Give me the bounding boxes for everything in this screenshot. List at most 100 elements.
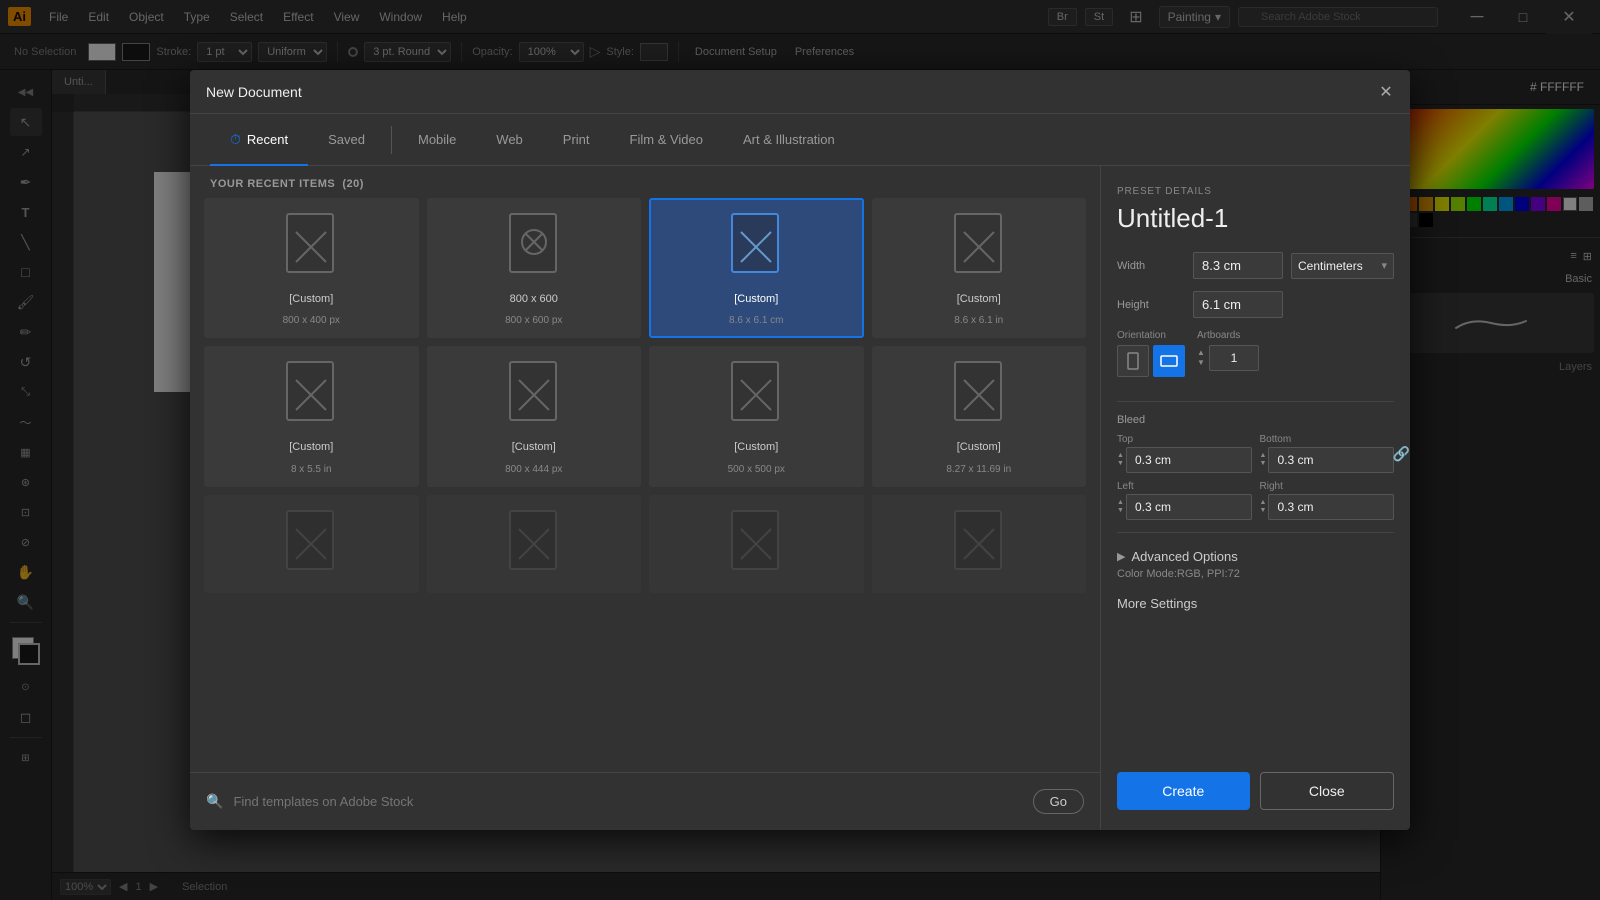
template-size-0: 800 x 400 px [283,315,340,326]
template-size-3: 8.6 x 6.1 in [954,315,1003,326]
bleed-top-spinner[interactable]: ▲ ▼ [1117,452,1124,467]
template-card-10[interactable] [649,495,864,593]
bleed-link-icon[interactable]: 🔗 [1393,445,1410,462]
portrait-button[interactable] [1117,345,1149,377]
tab-recent[interactable]: ⏱ Recent [210,114,308,166]
modal-overlay: New Document ✕ ⏱ Recent Saved Mobile Web… [0,0,1600,900]
template-panel: YOUR RECENT ITEMS (20) [Custom] [190,166,1100,830]
search-mag-icon: 🔍 [206,793,223,810]
template-card-3[interactable]: [Custom] 8.6 x 6.1 in [872,198,1087,338]
template-icon-5 [504,360,564,432]
landscape-button[interactable] [1153,345,1185,377]
artboards-input-row: ▲ ▼ [1197,345,1259,371]
bleed-bottom-spinner[interactable]: ▲ ▼ [1260,452,1267,467]
template-icon-0 [281,212,341,284]
tab-mobile[interactable]: Mobile [398,114,476,166]
tab-web[interactable]: Web [476,114,543,166]
bleed-top-label: Top [1117,434,1252,445]
preset-name[interactable]: Untitled-1 [1117,203,1394,234]
orientation-section: Orientation [1117,330,1185,377]
bleed-bottom-field: Bottom ▲ ▼ [1260,434,1395,473]
template-card-11[interactable] [872,495,1087,593]
dialog-tabs: ⏱ Recent Saved Mobile Web Print Film & V… [190,114,1410,166]
bleed-right-field: Right ▲ ▼ [1260,481,1395,520]
bleed-bottom-label: Bottom [1260,434,1395,445]
bleed-right-label: Right [1260,481,1395,492]
orientation-buttons [1117,345,1185,377]
artboards-spinner[interactable]: ▲ ▼ [1197,348,1205,367]
template-icon-1 [504,212,564,284]
create-button[interactable]: Create [1117,772,1250,810]
close-button[interactable]: Close [1260,772,1395,810]
orient-artboards-section: Orientation [1117,330,1394,377]
height-input[interactable] [1193,291,1283,318]
tab-print[interactable]: Print [543,114,610,166]
template-card-9[interactable] [427,495,642,593]
more-settings-link[interactable]: More Settings [1117,596,1394,611]
dialog-close-button[interactable]: ✕ [1376,82,1396,102]
template-label-0: [Custom] [289,292,333,307]
bleed-bottom-input[interactable] [1268,447,1394,473]
template-size-1: 800 x 600 px [505,315,562,326]
template-card-2[interactable]: [Custom] 8.6 x 6.1 cm [649,198,864,338]
template-card-7[interactable]: [Custom] 8.27 x 11.69 in [872,346,1087,486]
template-icon-11 [949,509,1009,581]
preset-panel: PRESET DETAILS Untitled-1 Width Centimet… [1100,166,1410,830]
bleed-bottom-down[interactable]: ▼ [1260,460,1267,468]
template-card-4[interactable]: [Custom] 8 x 5.5 in [204,346,419,486]
template-grid: [Custom] 800 x 400 px 800 x 600 [190,198,1100,772]
tab-saved[interactable]: Saved [308,114,385,166]
template-card-6[interactable]: [Custom] 500 x 500 px [649,346,864,486]
template-icon-6 [726,360,786,432]
bleed-right-up[interactable]: ▲ [1260,499,1267,507]
unit-dropdown[interactable]: Centimeters ▾ [1291,253,1394,279]
template-icon-10 [726,509,786,581]
height-label: Height [1117,299,1185,311]
template-search-input[interactable] [233,794,1022,809]
chevron-right-icon: ▶ [1117,550,1125,563]
go-button[interactable]: Go [1033,789,1084,814]
tab-film-video[interactable]: Film & Video [610,114,723,166]
bleed-right-input[interactable] [1268,494,1394,520]
template-icon-3 [949,212,1009,284]
bleed-left-up[interactable]: ▲ [1117,499,1124,507]
template-label-4: [Custom] [289,440,333,455]
bleed-top-up[interactable]: ▲ [1117,452,1124,460]
height-row: Height [1117,291,1394,318]
template-size-2: 8.6 x 6.1 cm [729,315,783,326]
width-input[interactable] [1193,252,1283,279]
template-icon-9 [504,509,564,581]
artboards-down[interactable]: ▼ [1197,358,1205,368]
bleed-top-down[interactable]: ▼ [1117,460,1124,468]
template-label-5: [Custom] [512,440,556,455]
bleed-right-down[interactable]: ▼ [1260,507,1267,515]
bleed-grid: Top ▲ ▼ Bottom [1117,434,1394,473]
artboards-up[interactable]: ▲ [1197,348,1205,358]
template-card-5[interactable]: [Custom] 800 x 444 px [427,346,642,486]
bleed-left-spinner[interactable]: ▲ ▼ [1117,499,1124,514]
bleed-bottom-input-row: ▲ ▼ [1260,447,1395,473]
template-card-1[interactable]: 800 x 600 800 x 600 px [427,198,642,338]
bleed-bottom-up[interactable]: ▲ [1260,452,1267,460]
width-label: Width [1117,260,1185,272]
new-document-dialog: New Document ✕ ⏱ Recent Saved Mobile Web… [190,70,1410,830]
bleed-left-input[interactable] [1126,494,1252,520]
tab-art-illustration[interactable]: Art & Illustration [723,114,855,166]
artboards-label: Artboards [1197,330,1259,341]
bleed-left-label: Left [1117,481,1252,492]
template-card-0[interactable]: [Custom] 800 x 400 px [204,198,419,338]
bleed-right-input-row: ▲ ▼ [1260,494,1395,520]
template-search-bar: 🔍 Go [190,772,1100,830]
template-card-8[interactable] [204,495,419,593]
dialog-body: YOUR RECENT ITEMS (20) [Custom] [190,166,1410,830]
template-icon-8 [281,509,341,581]
artboards-input[interactable] [1209,345,1259,371]
bleed-right-spinner[interactable]: ▲ ▼ [1260,499,1267,514]
bleed-top-input[interactable] [1126,447,1252,473]
recent-header: YOUR RECENT ITEMS (20) [190,166,1100,198]
advanced-options-toggle[interactable]: ▶ Advanced Options [1117,549,1394,564]
preset-details-label: PRESET DETAILS [1117,186,1394,197]
bleed-section: Bleed Top ▲ ▼ [1117,414,1394,520]
width-row: Width Centimeters ▾ [1117,252,1394,279]
bleed-left-down[interactable]: ▼ [1117,507,1124,515]
